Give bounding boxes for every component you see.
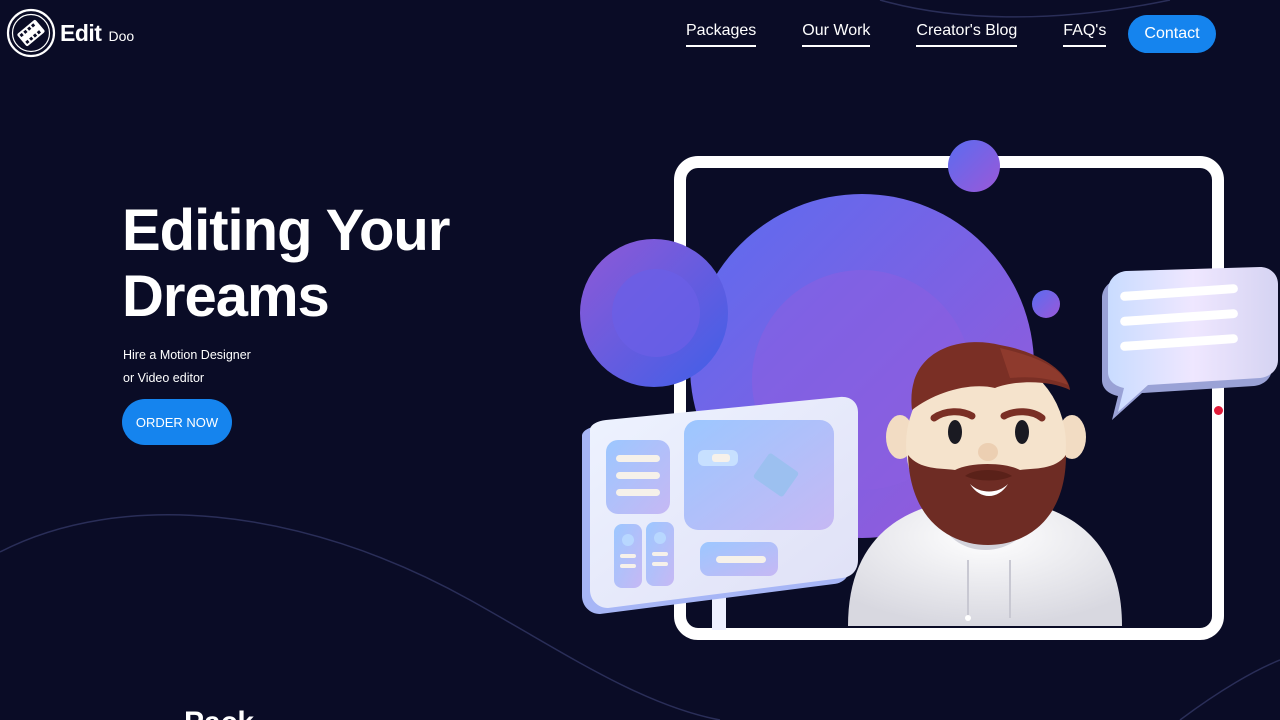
hero-subtitle: Hire a Motion Designer or Video editor bbox=[123, 344, 323, 390]
next-section-heading: Pack bbox=[184, 706, 264, 720]
main-nav: Packages Our Work Creator's Blog FAQ's bbox=[686, 22, 1152, 47]
nav-link-faqs[interactable]: FAQ's bbox=[1063, 22, 1107, 47]
film-reel-logo-icon bbox=[6, 8, 56, 58]
order-now-button[interactable]: ORDER NOW bbox=[122, 399, 232, 445]
indicator-dot bbox=[1214, 406, 1223, 415]
brand-logo[interactable]: Edit Doo bbox=[6, 8, 134, 58]
contact-button[interactable]: Contact bbox=[1128, 15, 1216, 53]
hero-subtitle-line-2: or Video editor bbox=[123, 371, 205, 385]
top-orb bbox=[948, 140, 1000, 192]
nav-link-our-work[interactable]: Our Work bbox=[802, 22, 871, 47]
nav-link-packages[interactable]: Packages bbox=[686, 22, 757, 47]
brand-name: Edit bbox=[60, 19, 102, 46]
hero-subtitle-line-1: Hire a Motion Designer bbox=[123, 348, 251, 362]
hero-illustration bbox=[580, 140, 1278, 640]
brand-suffix: Doo bbox=[108, 28, 135, 44]
site-header: Edit Doo Packages Our Work Creator's Blo… bbox=[0, 0, 1280, 70]
nav-link-creators-blog[interactable]: Creator's Blog bbox=[916, 22, 1018, 47]
hero-title: Editing Your Dreams bbox=[122, 198, 450, 329]
